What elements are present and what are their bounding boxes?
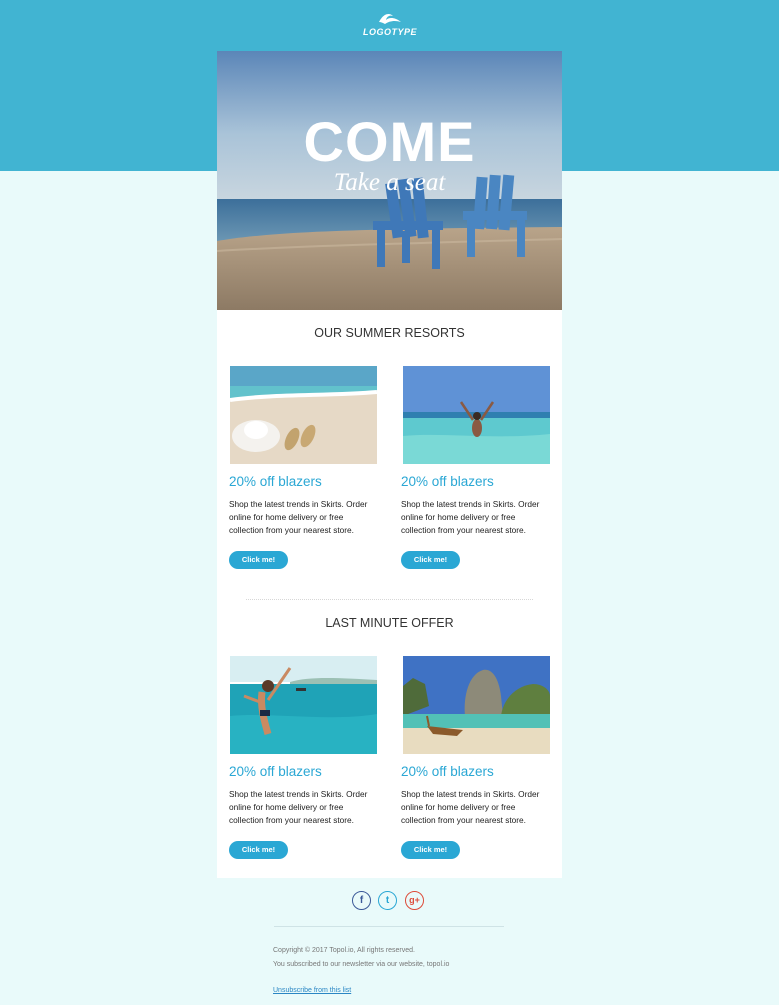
hero-subtitle: Take a seat [333,169,446,196]
footer-divider [274,926,504,927]
product-description: Shop the latest trends in Skirts. Order … [401,499,540,535]
product-image-beach-hat[interactable] [230,366,377,464]
hero-banner: COME Take a seat [217,51,562,310]
google-plus-icon[interactable]: g+ [405,891,424,910]
section-divider [246,599,533,600]
click-me-button[interactable]: Click me! [401,551,460,569]
unsubscribe-link[interactable]: Unsubscribe from this list [273,987,351,994]
hero-title: COME [303,110,476,173]
twitter-icon[interactable]: t [378,891,397,910]
product-image-woman-in-sea[interactable] [403,366,550,464]
product-image-longtail-boat[interactable] [403,656,550,754]
click-me-button[interactable]: Click me! [401,841,460,859]
product-description: Shop the latest trends in Skirts. Order … [229,789,368,825]
product-title: 20% off blazers [401,474,494,489]
product-title: 20% off blazers [229,474,322,489]
facebook-icon[interactable]: f [352,891,371,910]
click-me-button[interactable]: Click me! [229,841,288,859]
newsletter-card: COME Take a seat OUR SUMMER RESORTS 20% … [217,51,562,878]
product-description: Shop the latest trends in Skirts. Order … [401,789,540,825]
section-title-summer-resorts: OUR SUMMER RESORTS [314,326,465,340]
product-title: 20% off blazers [401,764,494,779]
product-image-woman-jumping[interactable] [230,656,377,754]
section-title-last-minute-offer: LAST MINUTE OFFER [325,616,454,630]
footer-subscribed-note: You subscribed to our newsletter via our… [273,961,450,968]
click-me-button[interactable]: Click me! [229,551,288,569]
product-description: Shop the latest trends in Skirts. Order … [229,499,368,535]
product-title: 20% off blazers [229,764,322,779]
logo-text: LOGOTYPE [362,27,417,37]
logo[interactable]: LOGOTYPE [360,10,420,42]
footer-copyright: Copyright © 2017 Topol.io, All rights re… [273,947,415,954]
wave-logo-icon [379,14,401,24]
